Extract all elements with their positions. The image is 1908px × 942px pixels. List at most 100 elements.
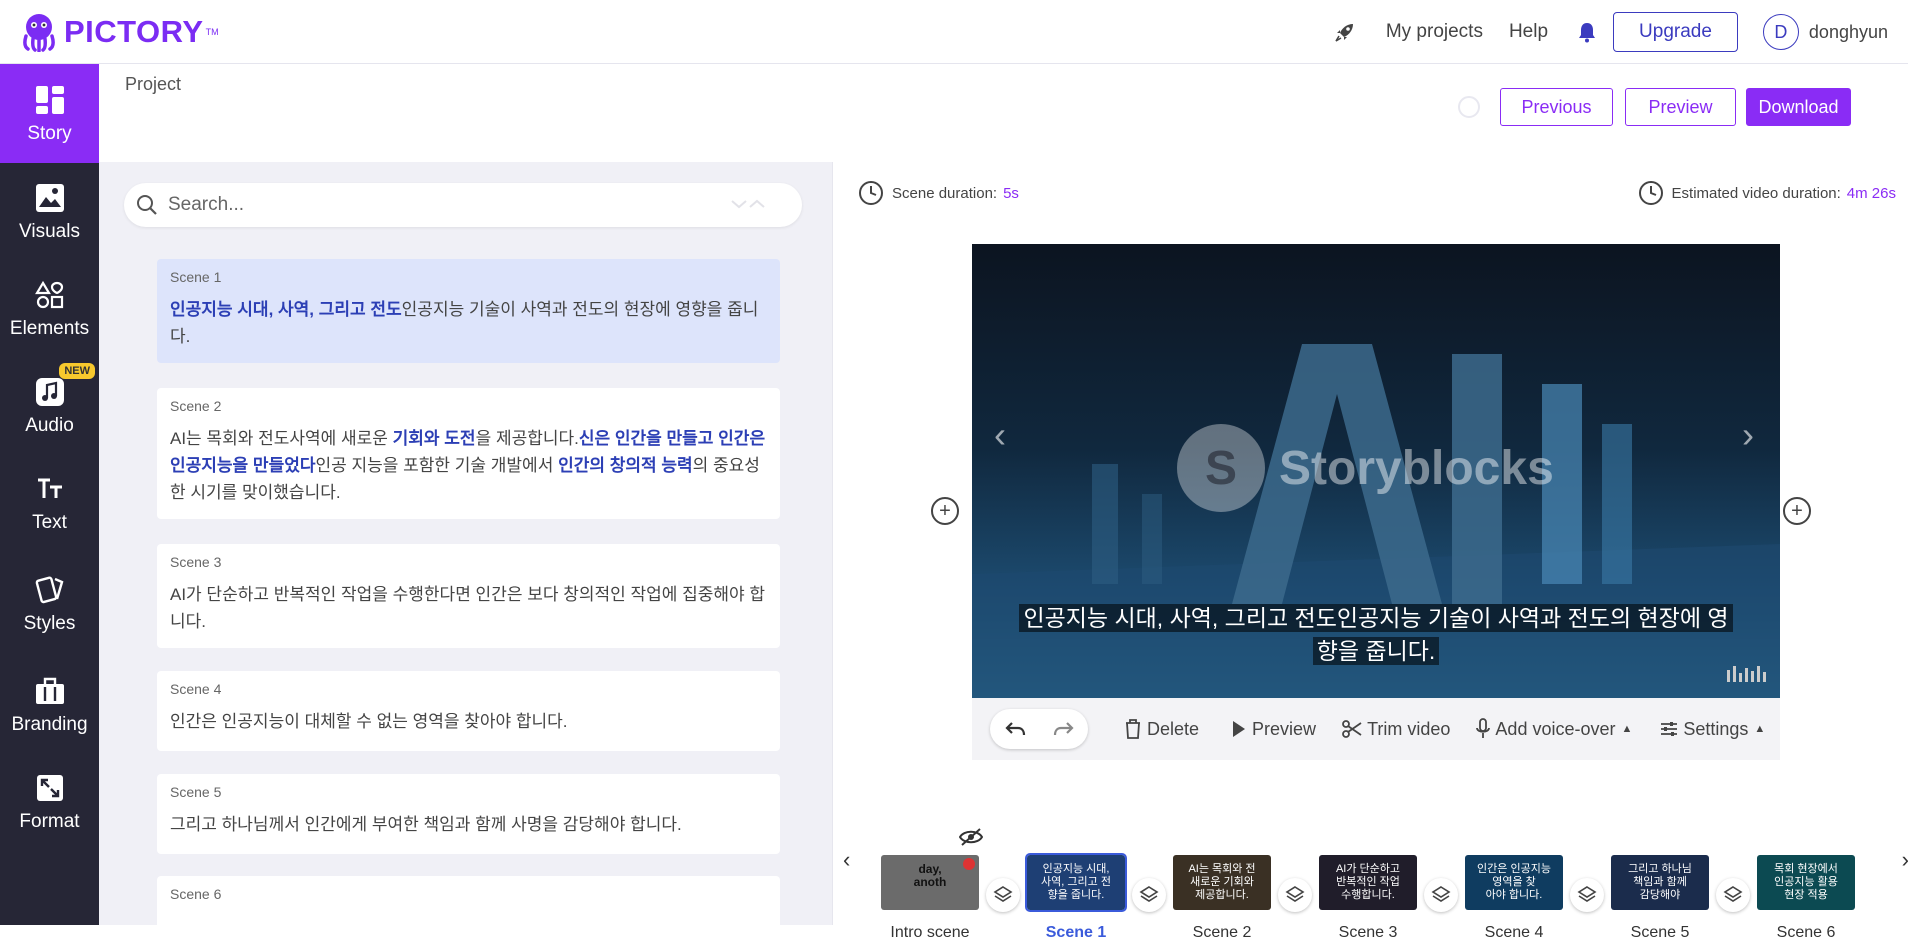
scene-thumbnail[interactable]: AI는 목회와 전 새로운 기회와 제공합니다. xyxy=(1173,855,1271,910)
transition-layers-button[interactable] xyxy=(986,878,1020,912)
scene-card-1[interactable]: Scene 1 인공지능 시대, 사역, 그리고 전도인공지능 기술이 사역과 … xyxy=(157,259,780,363)
trash-icon xyxy=(1126,719,1140,739)
format-icon xyxy=(33,771,67,805)
layers-icon xyxy=(1285,886,1305,902)
scene-thumbnail[interactable]: day, anoth xyxy=(881,855,979,910)
preview-button[interactable]: Preview xyxy=(1625,88,1736,126)
sidebar-item-elements[interactable]: Elements xyxy=(0,260,99,357)
scene-text[interactable]: 그리고 하나님께서 인간에게 부여한 책임과 함께 사명을 감당해야 합니다. xyxy=(170,811,767,838)
scene-card-6[interactable]: Scene 6 xyxy=(157,876,780,936)
timeline-item-intro[interactable]: day, anoth Intro scene xyxy=(881,855,979,942)
scene-title: Scene 2 xyxy=(170,398,222,414)
sidebar-item-label: Audio xyxy=(25,414,74,436)
sidebar-item-story[interactable]: Story xyxy=(0,64,99,163)
layers-icon xyxy=(1431,886,1451,902)
scene-thumbnail[interactable]: 인공지능 시대, 사역, 그리고 전 향을 줍니다. xyxy=(1025,853,1127,912)
timeline-prev-arrow-icon[interactable]: ‹ xyxy=(843,847,850,873)
scene-text[interactable]: 인공지능 시대, 사역, 그리고 전도인공지능 기술이 사역과 전도의 현장에 … xyxy=(170,296,767,350)
transition-layers-button[interactable] xyxy=(1570,878,1604,912)
logo-text: PICTORY xyxy=(64,14,204,49)
undo-icon[interactable] xyxy=(1004,720,1026,738)
sidebar-item-text[interactable]: Text xyxy=(0,454,99,551)
timeline-item-scene-2[interactable]: AI는 목회와 전 새로운 기회와 제공합니다. Scene 2 xyxy=(1173,855,1271,942)
thumbnail-text: 목회 현장에서 인공지능 활용 현장 적용 xyxy=(1774,863,1838,901)
watermark: S Storyblocks xyxy=(1177,424,1554,512)
timeline-item-scene-4[interactable]: 인간은 인공지능 영역을 찾 아야 합니다. Scene 4 xyxy=(1465,855,1563,942)
scene-text[interactable]: AI는 목회와 전도사역에 새로운 기회와 도전을 제공합니다.신은 인간을 만… xyxy=(170,425,767,506)
scene-thumbnail[interactable]: 목회 현장에서 인공지능 활용 현장 적용 xyxy=(1757,855,1855,910)
add-scene-before-button[interactable]: + xyxy=(931,497,959,525)
my-projects-link[interactable]: My projects xyxy=(1386,21,1483,43)
editor-panel: Scene duration: 5s Estimated video durat… xyxy=(832,162,1908,941)
scene-card-4[interactable]: Scene 4 인간은 인공지능이 대체할 수 없는 영역을 찾아야 합니다. xyxy=(157,671,780,751)
timeline-next-arrow-icon[interactable]: › xyxy=(1902,847,1908,873)
watermark-text: Storyblocks xyxy=(1279,441,1554,495)
caption-line: 향을 줍니다. xyxy=(1312,637,1440,665)
settings-button[interactable]: Settings ▲ xyxy=(1660,719,1765,740)
rocket-icon[interactable] xyxy=(1331,18,1359,46)
timeline-item-scene-1[interactable]: 인공지능 시대, 사역, 그리고 전 향을 줍니다. Scene 1 xyxy=(1025,853,1127,942)
redo-icon[interactable] xyxy=(1053,720,1075,738)
scene-title: Scene 6 xyxy=(170,886,222,902)
preview-scene-button[interactable]: Preview xyxy=(1231,719,1316,740)
scene-title: Scene 5 xyxy=(170,784,222,800)
transition-layers-button[interactable] xyxy=(1716,878,1750,912)
shapes-icon xyxy=(33,278,67,312)
layers-icon xyxy=(1139,886,1159,902)
transition-layers-button[interactable] xyxy=(1278,878,1312,912)
timeline-item-scene-3[interactable]: AI가 단순하고 반복적인 작업 수행합니다. Scene 3 xyxy=(1319,855,1417,942)
video-prev-arrow-icon[interactable]: ‹ xyxy=(994,414,1006,456)
scene-card-2[interactable]: Scene 2 AI는 목회와 전도사역에 새로운 기회와 도전을 제공합니다.… xyxy=(157,388,780,519)
scene-timeline: ‹ › day, anoth Intro scene 인공지능 시대, 사역, … xyxy=(833,827,1908,941)
scene-text-segment: 인공 지능을 포함한 기술 개발에서 xyxy=(315,456,559,475)
video-preview[interactable]: S Storyblocks ‹ › 인공지능 시대, 사역, 그리고 전도인공지… xyxy=(972,244,1780,698)
scene-duration-value[interactable]: 5s xyxy=(1003,185,1019,202)
scene-text[interactable]: 인간은 인공지능이 대체할 수 없는 영역을 찾아야 합니다. xyxy=(170,708,767,735)
sidebar-item-format[interactable]: Format xyxy=(0,753,99,850)
scene-label: Scene 2 xyxy=(1192,924,1252,941)
download-button[interactable]: Download xyxy=(1746,88,1851,126)
sidebar-item-styles[interactable]: Styles xyxy=(0,551,99,657)
search-input[interactable] xyxy=(166,193,726,217)
username[interactable]: donghyun xyxy=(1809,22,1888,43)
trim-label: Trim video xyxy=(1367,718,1451,739)
scene-thumbnail[interactable]: 인간은 인공지능 영역을 찾 아야 합니다. xyxy=(1465,855,1563,910)
preview-label: Preview xyxy=(1252,718,1317,739)
scene-thumbnail[interactable]: 그리고 하나님 책임과 함께 감당해야 xyxy=(1611,855,1709,910)
add-voice-over-button[interactable]: Add voice-over ▲ xyxy=(1476,718,1632,740)
video-next-arrow-icon[interactable]: › xyxy=(1742,414,1754,456)
chevron-nav-icon[interactable] xyxy=(730,194,766,217)
bell-icon[interactable] xyxy=(1573,18,1601,46)
transition-layers-button[interactable] xyxy=(1424,878,1458,912)
scene-card-5[interactable]: Scene 5 그리고 하나님께서 인간에게 부여한 책임과 함께 사명을 감당… xyxy=(157,774,780,854)
scene-title: Scene 1 xyxy=(170,269,222,285)
timeline-item-scene-5[interactable]: 그리고 하나님 책임과 함께 감당해야 Scene 5 xyxy=(1611,855,1709,942)
trim-video-button[interactable]: Trim video xyxy=(1342,719,1450,740)
highlight-text: 기회와 도전 xyxy=(392,429,476,448)
eye-off-icon[interactable] xyxy=(959,827,983,847)
previous-button[interactable]: Previous xyxy=(1500,88,1613,126)
styles-icon xyxy=(33,573,67,607)
project-name[interactable]: Project xyxy=(125,74,181,95)
upgrade-button[interactable]: Upgrade xyxy=(1613,12,1738,52)
search-icon xyxy=(137,195,157,215)
music-icon xyxy=(33,375,67,409)
avatar[interactable]: D xyxy=(1762,14,1799,50)
scene-card-3[interactable]: Scene 3 AI가 단순하고 반복적인 작업을 수행한다면 인간은 보다 창… xyxy=(157,544,780,648)
pictory-logo[interactable]: PICTORY TM xyxy=(20,8,219,56)
timeline-item-scene-6[interactable]: 목회 현장에서 인공지능 활용 현장 적용 Scene 6 xyxy=(1757,855,1855,942)
sidebar-item-label: Text xyxy=(32,511,67,533)
layers-icon xyxy=(1577,886,1597,902)
video-caption[interactable]: 인공지능 시대, 사역, 그리고 전도인공지능 기술이 사역과 전도의 현장에 … xyxy=(1012,602,1740,668)
scene-thumbnail[interactable]: AI가 단순하고 반복적인 작업 수행합니다. xyxy=(1319,855,1417,910)
scene-text[interactable]: AI가 단순하고 반복적인 작업을 수행한다면 인간은 보다 창의적인 작업에 … xyxy=(170,581,767,635)
add-scene-after-button[interactable]: + xyxy=(1783,497,1811,525)
sidebar-item-audio[interactable]: NEW Audio xyxy=(0,357,99,454)
audio-wave-icon xyxy=(1727,666,1766,682)
help-link[interactable]: Help xyxy=(1509,21,1548,43)
storyblocks-logo-icon: S xyxy=(1177,424,1265,512)
transition-layers-button[interactable] xyxy=(1132,878,1166,912)
delete-button[interactable]: Delete xyxy=(1124,718,1199,740)
sidebar-item-visuals[interactable]: Visuals xyxy=(0,163,99,260)
sidebar-item-branding[interactable]: Branding xyxy=(0,657,99,753)
